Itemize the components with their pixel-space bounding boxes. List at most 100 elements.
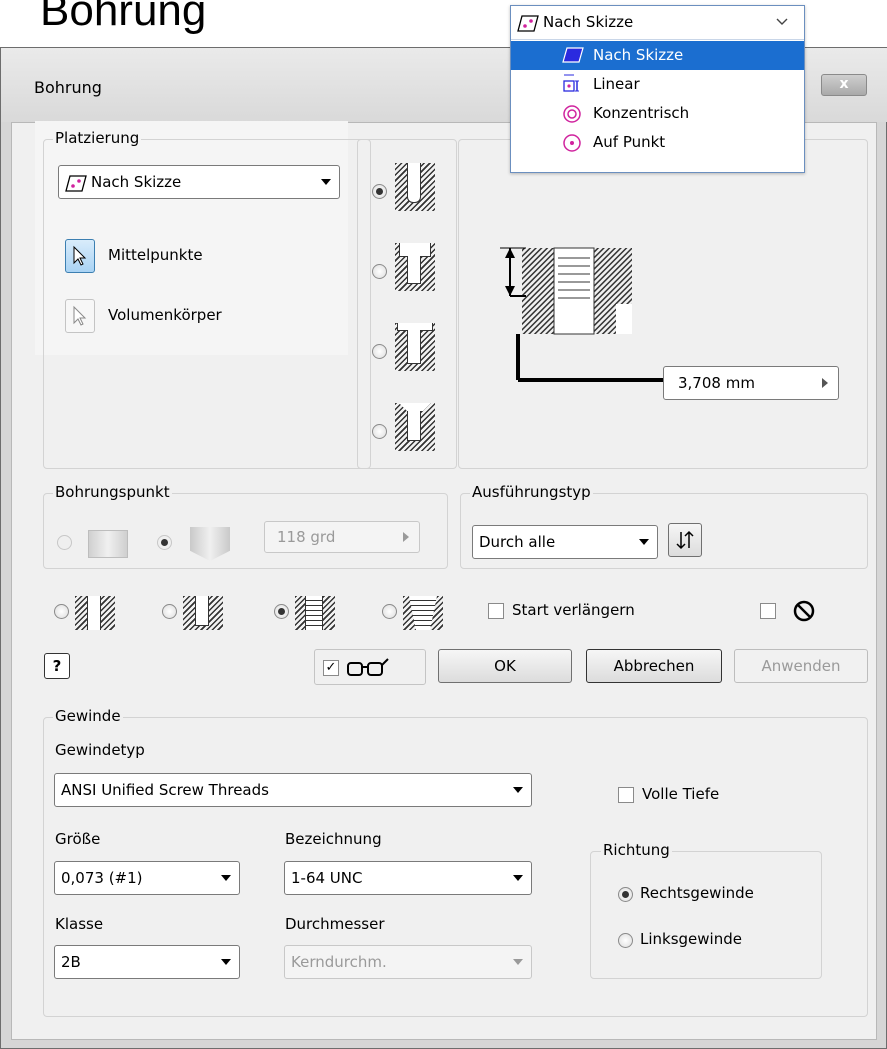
spotface-icon	[395, 323, 435, 371]
taper-tapped-radio[interactable]	[382, 604, 397, 619]
klasse-dropdown[interactable]: 2B	[54, 945, 240, 979]
popup-item-label: Nach Skizze	[593, 46, 684, 64]
chevron-down-icon	[321, 179, 331, 185]
drill-angle-value: 118 grd	[277, 528, 336, 546]
mittelpunkte-button[interactable]	[65, 239, 95, 273]
help-icon: ?	[52, 657, 62, 675]
prohibited-icon	[793, 600, 815, 622]
linksgewinde-radio[interactable]	[618, 933, 633, 948]
mittelpunkte-label: Mittelpunkte	[108, 246, 203, 264]
termination-dropdown[interactable]: Durch alle	[472, 525, 658, 559]
start-verlaengern-checkbox[interactable]	[488, 603, 504, 619]
bezeichnung-value: 1-64 UNC	[291, 869, 363, 887]
gewindetyp-value: ANSI Unified Screw Threads	[61, 781, 269, 799]
rechtsgewinde-radio[interactable]	[618, 887, 633, 902]
klasse-value: 2B	[61, 953, 81, 971]
chevron-right-icon	[822, 378, 828, 388]
counterbore-icon	[395, 243, 435, 291]
chevron-down-icon	[513, 959, 523, 965]
countersink-icon	[395, 403, 435, 451]
clearance-hole-radio[interactable]	[162, 604, 177, 619]
anwenden-button[interactable]: Anwenden	[734, 649, 868, 683]
chevron-right-icon	[403, 532, 409, 542]
dialog-client: Platzierung Nach Skizze Mittelpunkte Vol…	[11, 121, 877, 1040]
cursor-arrow-icon	[73, 305, 87, 326]
chevron-down-icon	[221, 959, 231, 965]
durchmesser-value: Kerndurchm.	[291, 953, 387, 971]
on-point-icon	[563, 134, 581, 152]
klasse-label: Klasse	[55, 915, 104, 933]
tapped-hole-radio[interactable]	[274, 604, 289, 619]
volle-tiefe-checkbox[interactable]	[618, 787, 634, 803]
volle-tiefe-label: Volle Tiefe	[642, 785, 720, 803]
popup-selected-value: Nach Skizze	[543, 13, 634, 31]
abbrechen-button[interactable]: Abbrechen	[586, 649, 722, 683]
flat-bottom-radio[interactable]	[57, 535, 72, 550]
termination-value: Durch alle	[479, 533, 556, 551]
volumenkoerper-button[interactable]	[65, 299, 95, 333]
richtung-legend: Richtung	[601, 841, 672, 859]
volumenkoerper-label: Volumenkörper	[108, 306, 222, 324]
glasses-icon	[347, 658, 389, 676]
close-button[interactable]: x	[821, 74, 867, 96]
drill-angle-input[interactable]: 118 grd	[264, 521, 420, 553]
taper-tapped-icon	[403, 596, 443, 630]
popup-item-label: Konzentrisch	[593, 104, 690, 122]
start-verlaengern-label: Start verlängern	[512, 601, 635, 619]
placement-mode-dropdown[interactable]: Nach Skizze	[58, 165, 340, 199]
groesse-dropdown[interactable]: 0,073 (#1)	[54, 861, 240, 895]
chevron-down-icon	[776, 18, 788, 25]
rechtsgewinde-label: Rechtsgewinde	[640, 884, 754, 902]
popup-item-label: Auf Punkt	[593, 133, 666, 151]
angled-bottom-radio[interactable]	[157, 535, 172, 550]
infer-checkbox[interactable]	[760, 603, 776, 619]
hole-preview-diagram	[500, 247, 666, 382]
cursor-arrow-icon	[73, 245, 87, 266]
dialog-window: Bohrung x Platzierung Nach Skizze Mittel…	[0, 47, 887, 1049]
sketch-icon	[65, 175, 87, 192]
preview-checkbox[interactable]: ✓	[323, 660, 339, 676]
ausfuehrungstyp-legend: Ausführungstyp	[470, 483, 593, 501]
popup-item-auf-punkt[interactable]: Auf Punkt	[511, 128, 804, 157]
bohrungspunkt-legend: Bohrungspunkt	[53, 483, 172, 501]
chevron-down-icon	[513, 787, 523, 793]
placement-dropdown-popup: Nach Skizze Nach Skizze Linear Konzentri…	[510, 5, 805, 173]
depth-input[interactable]: 3,708 mm	[663, 366, 839, 400]
depth-value: 3,708 mm	[678, 374, 755, 392]
popup-item-nach-skizze[interactable]: Nach Skizze	[511, 41, 804, 70]
hole-type-spotface-radio[interactable]	[372, 344, 387, 359]
gewinde-legend: Gewinde	[53, 707, 123, 725]
dialog-title: Bohrung	[34, 78, 102, 97]
flip-direction-button[interactable]	[668, 523, 702, 557]
hole-type-drilled-radio[interactable]	[372, 184, 387, 199]
sketch-icon	[562, 47, 584, 63]
flat-bottom-icon	[88, 530, 128, 558]
clearance-hole-icon	[183, 596, 223, 630]
placement-mode-value: Nach Skizze	[91, 173, 182, 191]
simple-hole-radio[interactable]	[54, 604, 69, 619]
help-button[interactable]: ?	[44, 653, 70, 679]
hole-type-countersink-radio[interactable]	[372, 424, 387, 439]
groesse-label: Größe	[55, 830, 101, 848]
durchmesser-label: Durchmesser	[285, 915, 385, 933]
popup-item-konzentrisch[interactable]: Konzentrisch	[511, 99, 804, 128]
flip-direction-icon	[676, 530, 694, 550]
simple-hole-icon	[75, 596, 115, 630]
linear-icon	[563, 74, 579, 92]
gewindetyp-dropdown[interactable]: ANSI Unified Screw Threads	[54, 773, 532, 807]
gewindetyp-label: Gewindetyp	[55, 741, 145, 759]
close-icon: x	[839, 76, 849, 92]
platzierung-legend: Platzierung	[53, 129, 142, 147]
popup-item-label: Linear	[593, 75, 640, 93]
durchmesser-dropdown[interactable]: Kerndurchm.	[284, 945, 532, 979]
ok-button[interactable]: OK	[438, 649, 572, 683]
bezeichnung-dropdown[interactable]: 1-64 UNC	[284, 861, 532, 895]
chevron-down-icon	[221, 875, 231, 881]
richtung-group	[590, 851, 822, 979]
popup-item-linear[interactable]: Linear	[511, 70, 804, 99]
groesse-value: 0,073 (#1)	[61, 869, 143, 887]
chevron-down-icon	[639, 539, 649, 545]
hole-type-counterbore-radio[interactable]	[372, 264, 387, 279]
linksgewinde-label: Linksgewinde	[640, 930, 742, 948]
popup-selected-field[interactable]: Nach Skizze	[511, 6, 804, 40]
